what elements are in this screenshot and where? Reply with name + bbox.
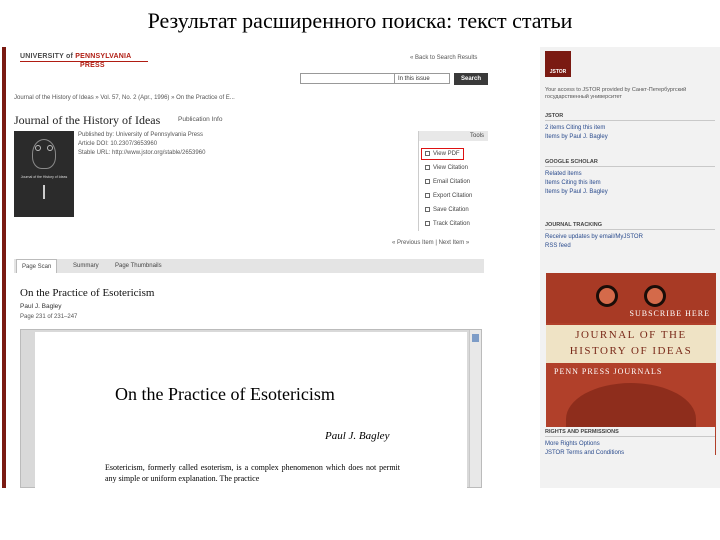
sidebar-link[interactable]: 2 items Citing this item [545,124,715,133]
tab-page-scan[interactable]: Page Scan [16,259,58,273]
tool-label: View PDF [433,151,460,158]
prev-next-links[interactable]: « Previous Item | Next Item » [392,240,469,246]
jstor-logo-text: JSTOR [549,69,567,75]
tools-header: Tools [419,131,488,141]
logo-text-press: PRESS [80,62,105,69]
penn-press-journals-text: PENN PRESS JOURNALS [554,367,663,376]
track-citation-button[interactable]: Track Citation [425,221,470,227]
sidebar-link[interactable]: Items by Paul J. Bagley [545,133,715,142]
owl-eye-icon [35,145,41,151]
publication-info-link[interactable]: Publication Info [178,116,222,123]
view-citation-button[interactable]: View Citation [425,165,468,171]
article-title: On the Practice of Esotericism [20,287,155,299]
viewer-scrollbar[interactable] [469,330,481,487]
scan-body-text: Esotericism, formerly called esoterism, … [105,463,400,483]
article-author[interactable]: Paul J. Bagley [20,303,62,310]
journal-title[interactable]: Journal of the History of Ideas [14,113,160,128]
sidebar-section-jstor: JSTOR 2 items Citing this item Items by … [545,113,715,142]
logo-text-b: PENNSYLVANIA [75,53,132,60]
article-doi: Article DOI: 10.2307/3653960 [78,141,158,147]
sidebar-section-rights: RIGHTS AND PERMISSIONS More Rights Optio… [545,427,715,458]
save-icon [425,207,430,212]
pdf-icon [425,151,430,156]
tool-label: Email Citation [433,179,471,186]
search-button[interactable]: Search [454,73,488,85]
article-meta: Published by: University of Pennsylvania… [78,131,205,158]
scan-author: Paul J. Bagley [325,430,390,442]
citation-icon [425,165,430,170]
owl-icon [32,139,56,169]
sidebar-link[interactable]: JSTOR Terms and Conditions [545,449,715,458]
export-icon [425,193,430,198]
search-input[interactable] [300,73,395,84]
owl-eye-icon [596,285,618,307]
export-citation-button[interactable]: Export Citation [425,193,472,199]
tools-panel: Tools View PDF View Citation Email Citat… [418,131,488,231]
cover-title: Journal of the History of Ideas [20,175,68,179]
sidebar-link[interactable]: Related items [545,170,715,179]
sidebar-link[interactable]: Items by Paul J. Bagley [545,188,715,197]
section-heading: JSTOR [545,113,715,121]
ad-title-line2: HISTORY OF IDEAS [569,345,693,357]
published-by[interactable]: Published by: University of Pennsylvania… [78,131,205,140]
upenn-press-logo[interactable]: UNIVERSITY of PENNSYLVANIA PRESS [20,53,148,69]
cover-bar [43,185,45,199]
scanned-page: On the Practice of Esotericism Paul J. B… [35,332,467,488]
subscribe-here-text: SUBSCRIBE HERE [629,309,710,318]
sidebar-link[interactable]: More Rights Options [545,440,715,449]
scrollbar-thumb[interactable] [472,334,479,342]
tool-label: View Citation [433,165,468,172]
track-icon [425,221,430,226]
slide-title: Результат расширенного поиска: текст ста… [147,8,573,33]
email-icon [425,179,430,184]
sidebar-section-google-scholar: GOOGLE SCHOLAR Related items Items Citin… [545,159,715,197]
jstor-logo[interactable]: JSTOR [545,51,571,77]
ad-title-band: JOURNAL OF THE HISTORY OF IDEAS [546,325,716,363]
tab-summary[interactable]: Summary [68,259,104,273]
tool-label: Export Citation [433,193,473,200]
tool-label: Track Citation [433,221,470,228]
section-heading: JOURNAL TRACKING [545,222,715,230]
back-to-results-link[interactable]: « Back to Search Results [410,55,477,61]
tool-label: Save Citation [433,207,469,214]
search-scope-select[interactable]: In this issue [394,73,450,84]
logo-text-a: UNIVERSITY of [20,53,74,60]
stable-url: Stable URL: http://www.jstor.org/stable/… [78,150,206,156]
left-accent-bar [2,47,6,488]
view-pdf-button[interactable]: View PDF [421,148,464,161]
save-citation-button[interactable]: Save Citation [425,207,469,213]
sidebar-link[interactable]: Items Citing this item [545,179,715,188]
section-heading: GOOGLE SCHOLAR [545,159,715,167]
owl-eye-icon [644,285,666,307]
sidebar-link[interactable]: Receive updates by email/MyJSTOR [545,233,715,242]
email-citation-button[interactable]: Email Citation [425,179,470,185]
right-sidebar: JSTOR Your access to JSTOR provided by С… [540,47,720,488]
access-provided-text: Your access to JSTOR provided by Санкт-П… [545,87,687,100]
scan-title: On the Practice of Esotericism [115,384,335,404]
page-scan-viewer[interactable]: On the Practice of Esotericism Paul J. B… [20,329,482,488]
owl-eye-icon [47,145,53,151]
ad-title-line1: JOURNAL OF THE [575,329,687,341]
journal-cover-image: Journal of the History of Ideas [14,131,74,217]
tab-page-thumbnails[interactable]: Page Thumbnails [110,259,167,273]
main-content: UNIVERSITY of PENNSYLVANIA PRESS « Back … [10,47,538,488]
breadcrumb[interactable]: Journal of the History of Ideas » Vol. 5… [14,95,235,101]
rss-feed-link[interactable]: RSS feed [545,242,715,251]
sidebar-section-journal-tracking: JOURNAL TRACKING Receive updates by emai… [545,222,715,251]
browser-screenshot: UNIVERSITY of PENNSYLVANIA PRESS « Back … [2,47,720,488]
section-heading: RIGHTS AND PERMISSIONS [545,429,715,437]
page-range: Page 231 of 231–247 [20,314,78,320]
article-tabs: Page Scan Summary Page Thumbnails [14,259,484,273]
